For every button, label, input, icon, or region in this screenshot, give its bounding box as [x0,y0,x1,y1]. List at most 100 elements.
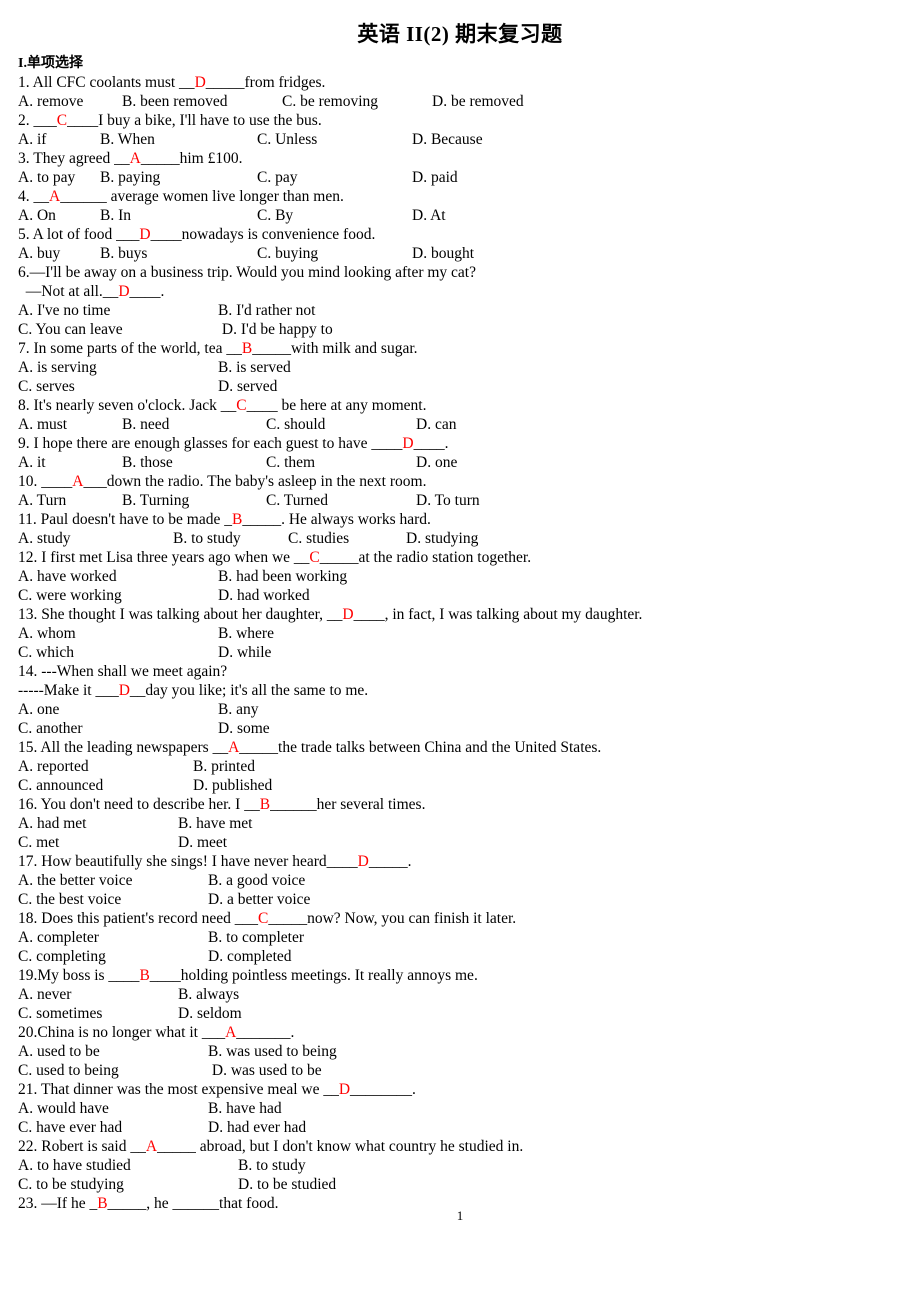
option-b[interactable]: B. paying [100,168,257,187]
option-row: A. have worked B. had been working [18,567,920,586]
option-c[interactable]: C. to be studying [18,1175,238,1194]
option-a[interactable]: A. study [18,529,173,548]
option-c[interactable]: C. Unless [257,130,412,149]
option-a[interactable]: A. had met [18,814,178,833]
option-b[interactable]: B. to study [173,529,288,548]
option-c[interactable]: C. buying [257,244,412,263]
answer-mark: C [309,549,320,566]
option-row: A. to pay B. paying C. pay D. paid [18,168,920,187]
option-b[interactable]: B. any [218,700,258,719]
question-text: 8. It's nearly seven o'clock. Jack __ [18,397,237,414]
option-d[interactable]: D. Because [412,130,483,149]
option-d[interactable]: D. to be studied [238,1175,336,1194]
option-b[interactable]: B. always [178,985,239,1004]
option-a[interactable]: A. reported [18,757,193,776]
option-d[interactable]: D. seldom [178,1004,242,1023]
option-a[interactable]: A. remove [18,92,122,111]
option-c[interactable]: C. were working [18,586,218,605]
option-c[interactable]: C. another [18,719,218,738]
question-text-tail: _____from fridges. [205,74,326,91]
option-d[interactable]: D. studying [406,529,478,548]
option-c[interactable]: C. which [18,643,218,662]
option-d[interactable]: D. was used to be [208,1061,322,1080]
option-b[interactable]: B. I'd rather not [218,301,316,320]
option-c[interactable]: C. By [257,206,412,225]
option-a[interactable]: A. never [18,985,178,1004]
option-a[interactable]: A. completer [18,928,208,947]
question-text: 11. Paul doesn't have to be made _ [18,511,233,528]
option-c[interactable]: C. pay [257,168,412,187]
option-a[interactable]: A. to pay [18,168,100,187]
option-a[interactable]: A. one [18,700,218,719]
option-b[interactable]: B. In [100,206,257,225]
option-d[interactable]: D. I'd be happy to [218,320,333,339]
option-b[interactable]: B. have met [178,814,252,833]
option-a[interactable]: A. have worked [18,567,218,586]
option-c[interactable]: C. met [18,833,178,852]
option-c[interactable]: C. studies [288,529,406,548]
option-d[interactable]: D. completed [208,947,292,966]
option-b[interactable]: B. to completer [208,928,304,947]
option-c[interactable]: C. should [266,415,416,434]
option-c[interactable]: C. announced [18,776,193,795]
option-c[interactable]: C. them [266,453,416,472]
option-a[interactable]: A. is serving [18,358,218,377]
option-a[interactable]: A. to have studied [18,1156,238,1175]
option-d[interactable]: D. can [416,415,456,434]
option-d[interactable]: D. At [412,206,446,225]
option-b[interactable]: B. printed [193,757,255,776]
option-a[interactable]: A. buy [18,244,100,263]
option-d[interactable]: D. one [416,453,457,472]
option-d[interactable]: D. a better voice [208,890,310,909]
option-d[interactable]: D. while [218,643,271,662]
option-a[interactable]: A. I've no time [18,301,218,320]
option-d[interactable]: D. had ever had [208,1118,306,1137]
question-text: 21. That dinner was the most expensive m… [18,1081,339,1098]
option-d[interactable]: D. To turn [416,491,480,510]
option-d[interactable]: D. meet [178,833,227,852]
option-b[interactable]: B. When [100,130,257,149]
option-a[interactable]: A. the better voice [18,871,208,890]
option-b[interactable]: B. was used to being [208,1042,337,1061]
option-b[interactable]: B. Turning [122,491,266,510]
option-b[interactable]: B. a good voice [208,871,305,890]
option-c[interactable]: C. You can leave [18,320,218,339]
option-row: C. were working D. had worked [18,586,920,605]
option-d[interactable]: D. be removed [432,92,524,111]
option-c[interactable]: C. have ever had [18,1118,208,1137]
option-b[interactable]: B. been removed [122,92,282,111]
option-b[interactable]: B. buys [100,244,257,263]
option-c[interactable]: C. the best voice [18,890,208,909]
option-d[interactable]: D. published [193,776,272,795]
option-d[interactable]: D. paid [412,168,458,187]
option-b[interactable]: B. have had [208,1099,282,1118]
section-heading: I.单项选择 [18,56,83,71]
option-b[interactable]: B. where [218,624,274,643]
option-d[interactable]: D. served [218,377,277,396]
option-d[interactable]: D. bought [412,244,474,263]
option-d[interactable]: D. some [218,719,270,738]
question-text-tail: ____nowadays is convenience food. [150,226,376,243]
option-a[interactable]: A. whom [18,624,218,643]
option-a[interactable]: A. would have [18,1099,208,1118]
option-b[interactable]: B. is served [218,358,291,377]
option-a[interactable]: A. must [18,415,122,434]
question-text-tail: _______. [236,1024,295,1041]
option-d[interactable]: D. had worked [218,586,310,605]
question-stem: 22. Robert is said __A_____ abroad, but … [18,1137,920,1156]
option-a[interactable]: A. Turn [18,491,122,510]
option-c[interactable]: C. used to being [18,1061,208,1080]
option-a[interactable]: A. it [18,453,122,472]
option-c[interactable]: C. Turned [266,491,416,510]
option-c[interactable]: C. serves [18,377,218,396]
option-a[interactable]: A. used to be [18,1042,208,1061]
option-b[interactable]: B. need [122,415,266,434]
option-a[interactable]: A. On [18,206,100,225]
option-a[interactable]: A. if [18,130,100,149]
option-c[interactable]: C. sometimes [18,1004,178,1023]
option-c[interactable]: C. be removing [282,92,432,111]
option-b[interactable]: B. those [122,453,266,472]
option-b[interactable]: B. to study [238,1156,306,1175]
option-c[interactable]: C. completing [18,947,208,966]
option-b[interactable]: B. had been working [218,567,347,586]
